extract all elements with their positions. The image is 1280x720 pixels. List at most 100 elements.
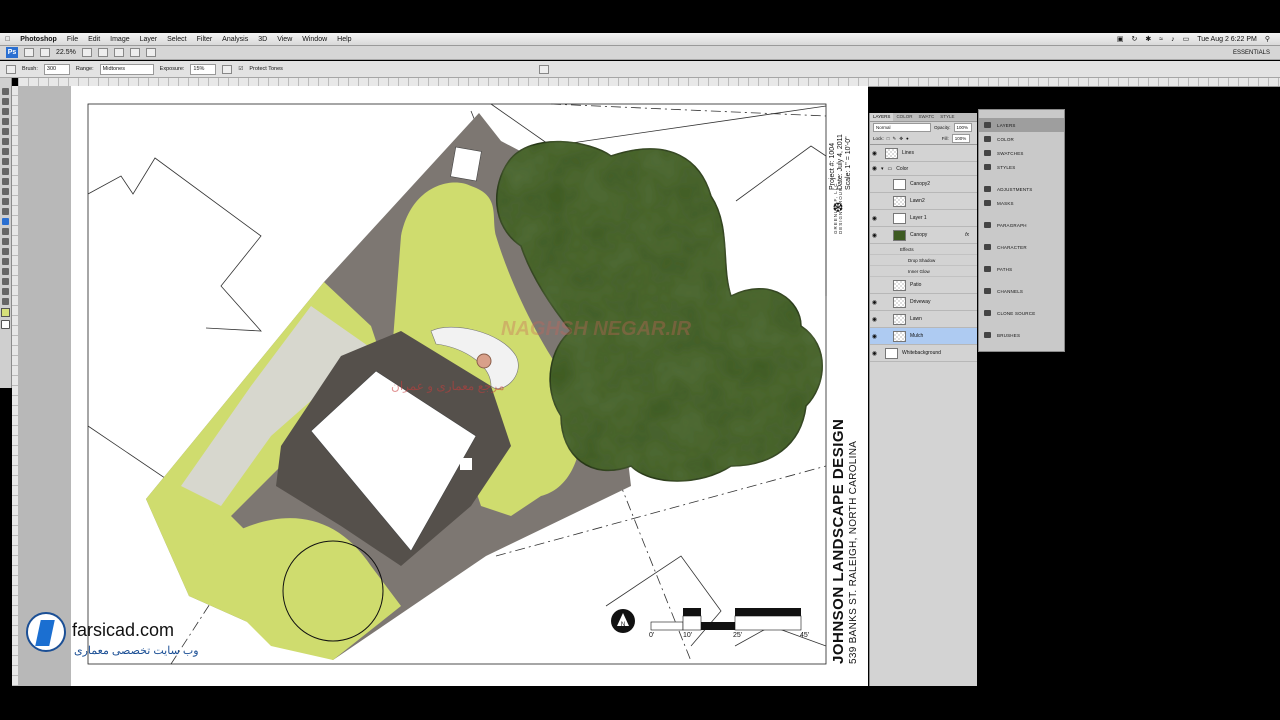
tab-swatches[interactable]: SWATC — [915, 113, 937, 121]
dock-brushes[interactable]: BRUSHES — [979, 328, 1064, 342]
healing-tool-icon[interactable] — [2, 148, 9, 155]
layer-name[interactable]: Canopy2 — [910, 181, 930, 187]
3d-rotate-tool-icon[interactable] — [2, 268, 9, 275]
visibility-eye-icon[interactable]: ◉ — [870, 215, 879, 222]
layer-name[interactable]: Patio — [910, 282, 921, 288]
path-select-tool-icon[interactable] — [2, 248, 9, 255]
workspace-switcher[interactable]: ESSENTIALS — [1233, 50, 1270, 56]
menu-file[interactable]: File — [62, 36, 83, 43]
effect-inner-glow[interactable]: Inner Glow — [870, 266, 977, 277]
layer-row-lawn2[interactable]: Lawn2 — [870, 193, 977, 210]
layer-row-canopy[interactable]: ◉ Canopy fx — [870, 227, 977, 244]
layer-name[interactable]: Layer 1 — [910, 215, 927, 221]
layer-row-lines[interactable]: ◉ Lines — [870, 145, 977, 162]
dock-swatches[interactable]: SWATCHES — [979, 146, 1064, 160]
layer-row-layer1[interactable]: ◉ Layer 1 — [870, 210, 977, 227]
3d-orbit-tool-icon[interactable] — [2, 278, 9, 285]
type-tool-icon[interactable] — [2, 238, 9, 245]
wifi-icon[interactable]: ≈ — [1159, 36, 1163, 43]
visibility-eye-icon[interactable]: ◉ — [870, 150, 879, 157]
visibility-eye-icon[interactable]: ◉ — [870, 333, 879, 340]
menu-clock[interactable]: Tue Aug 2 6:22 PM — [1197, 36, 1257, 43]
time-machine-icon[interactable]: ↻ — [1131, 35, 1137, 43]
lock-position-icon[interactable]: ✥ — [899, 136, 903, 142]
blur-tool-icon[interactable] — [2, 208, 9, 215]
layer-name[interactable]: Color — [896, 166, 908, 172]
foreground-color-swatch[interactable] — [1, 308, 10, 317]
rotate-view-icon[interactable] — [113, 48, 124, 57]
blend-mode-select[interactable]: Normal — [873, 123, 931, 132]
exposure-input[interactable]: 15% — [190, 63, 217, 75]
airbrush-icon[interactable] — [222, 64, 233, 74]
lock-all-icon[interactable]: ● — [906, 136, 909, 141]
lock-transparency-icon[interactable]: □ — [887, 136, 890, 141]
battery-icon[interactable]: ▭ — [1183, 35, 1190, 43]
bluetooth-icon[interactable]: ✱ — [1145, 35, 1151, 43]
visibility-eye-icon[interactable]: ◉ — [870, 232, 879, 239]
range-select[interactable]: Midtones — [99, 63, 154, 75]
opacity-input[interactable]: 100% — [953, 123, 972, 132]
visibility-eye-icon[interactable]: ◉ — [870, 350, 879, 357]
dock-color[interactable]: COLOR — [979, 132, 1064, 146]
clone-stamp-tool-icon[interactable] — [2, 168, 9, 175]
effects-row[interactable]: Effects — [870, 244, 977, 255]
screen-mode-icon[interactable] — [145, 48, 156, 57]
crop-tool-icon[interactable] — [2, 128, 9, 135]
group-expand-icon[interactable]: ▾ — [881, 166, 884, 172]
layer-name[interactable]: Lawn2 — [910, 198, 925, 204]
move-tool-icon[interactable] — [2, 88, 9, 95]
pen-tool-icon[interactable] — [2, 228, 9, 235]
visibility-eye-icon[interactable]: ◉ — [870, 165, 879, 172]
history-brush-tool-icon[interactable] — [2, 178, 9, 185]
zoom-tool-icon[interactable] — [2, 298, 9, 305]
layer-fx-badge[interactable]: fx — [965, 232, 969, 238]
brush-size-picker[interactable]: 300 — [43, 63, 70, 75]
dock-styles[interactable]: STYLES — [979, 160, 1064, 174]
dock-adjustments[interactable]: ADJUSTMENTS — [979, 182, 1064, 196]
menu-app-name[interactable]: Photoshop — [15, 36, 62, 43]
menu-edit[interactable]: Edit — [83, 36, 105, 43]
apple-icon[interactable]:  — [0, 36, 15, 43]
quick-select-tool-icon[interactable] — [2, 118, 9, 125]
effect-drop-shadow[interactable]: Drop Shadow — [870, 255, 977, 266]
marquee-tool-icon[interactable] — [2, 98, 9, 105]
shape-tool-icon[interactable] — [2, 258, 9, 265]
hand-tool-icon[interactable] — [2, 288, 9, 295]
menu-select[interactable]: Select — [162, 36, 191, 43]
menu-filter[interactable]: Filter — [192, 36, 218, 43]
hand-tool-icon[interactable] — [81, 48, 92, 57]
tablet-pressure-icon[interactable] — [538, 64, 549, 74]
menu-window[interactable]: Window — [297, 36, 332, 43]
document-canvas[interactable]: N 0' 10' 25' 45' NAGHSH NEGAR.IR مرجع مع… — [71, 86, 868, 686]
layer-name[interactable]: Lawn — [910, 316, 922, 322]
arrange-documents-icon[interactable] — [129, 48, 140, 57]
tab-styles[interactable]: STYLE — [937, 113, 957, 121]
quick-mask-icon[interactable] — [1, 320, 10, 329]
layer-row-lawn[interactable]: ◉ Lawn — [870, 311, 977, 328]
layer-name[interactable]: Whitebackground — [902, 350, 941, 356]
bridge-icon[interactable] — [24, 48, 34, 57]
menu-help[interactable]: Help — [332, 36, 356, 43]
zoom-tool-icon[interactable] — [97, 48, 108, 57]
menu-3d[interactable]: 3D — [253, 36, 272, 43]
dock-layers[interactable]: LAYERS — [979, 118, 1064, 132]
eraser-tool-icon[interactable] — [2, 188, 9, 195]
protect-tones-checkbox[interactable]: ☑ — [238, 66, 243, 72]
zoom-level[interactable]: 22.5% — [56, 49, 76, 56]
lock-pixels-icon[interactable]: ✎ — [892, 136, 896, 142]
layer-name[interactable]: Driveway — [910, 299, 931, 305]
volume-icon[interactable]: ♪ — [1171, 36, 1175, 43]
menu-analysis[interactable]: Analysis — [217, 36, 253, 43]
spotlight-icon[interactable]: ⚲ — [1265, 35, 1270, 43]
menu-image[interactable]: Image — [105, 36, 134, 43]
screen-share-icon[interactable]: ▣ — [1117, 35, 1124, 43]
visibility-eye-icon[interactable]: ◉ — [870, 299, 879, 306]
dodge-tool-icon[interactable] — [2, 218, 9, 225]
layer-name[interactable]: Mulch — [910, 333, 923, 339]
dock-paragraph[interactable]: PARAGRAPH — [979, 218, 1064, 232]
dock-paths[interactable]: PATHS — [979, 262, 1064, 276]
menu-layer[interactable]: Layer — [135, 36, 163, 43]
dock-character[interactable]: CHARACTER — [979, 240, 1064, 254]
menu-view[interactable]: View — [272, 36, 297, 43]
fill-input[interactable]: 100% — [951, 134, 970, 143]
